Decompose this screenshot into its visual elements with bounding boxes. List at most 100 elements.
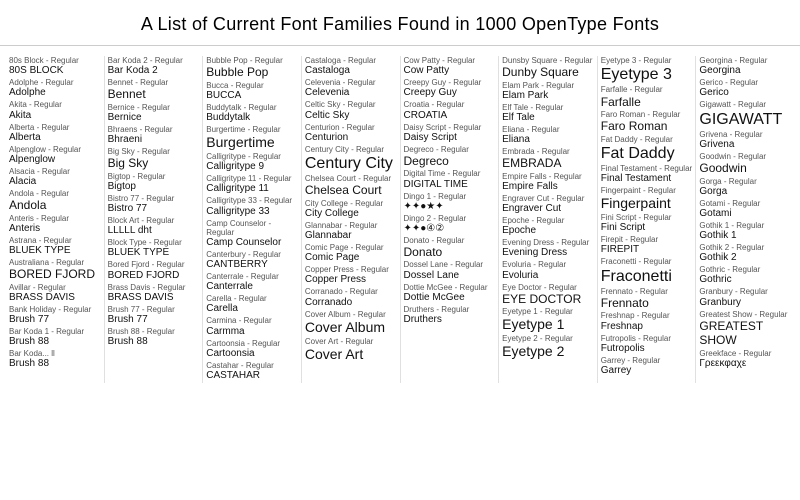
font-display: Bennet	[108, 87, 200, 101]
font-display: Grivena	[699, 139, 791, 151]
font-entry: Greatest Show - RegularGREATEST SHOW	[699, 310, 791, 348]
font-display: Calligritype 9	[206, 161, 298, 173]
font-meta: Carmina - Regular	[206, 316, 298, 325]
font-meta: Akita - Regular	[9, 100, 101, 109]
font-entry: Gothric - RegularGothric	[699, 265, 791, 286]
font-display: Andola	[9, 198, 101, 212]
font-meta: Buddytalk - Regular	[206, 103, 298, 112]
font-meta: Canterbury - Regular	[206, 250, 298, 259]
font-entry: Georgina - RegularGeorgina	[699, 56, 791, 77]
font-meta: Gothric - Regular	[699, 265, 791, 274]
font-meta: Andola - Regular	[9, 189, 101, 198]
font-display: Cartoonsia	[206, 348, 298, 360]
font-display: BORED FJORD	[108, 270, 200, 282]
font-display: Gothik 1	[699, 230, 791, 242]
font-display: Epoche	[502, 225, 594, 237]
font-entry: Embrada - RegularEMBRADA	[502, 147, 594, 171]
font-display: Fini Script	[601, 222, 693, 234]
font-meta: Gotami - Regular	[699, 199, 791, 208]
font-entry: Dingo 2 - Regular✦✦●④②	[404, 214, 496, 235]
font-meta: Anteris - Regular	[9, 214, 101, 223]
font-entry: Copper Press - RegularCopper Press	[305, 265, 397, 286]
font-entry: Burgertime - RegularBurgertime	[206, 125, 298, 151]
font-entry: Block Art - RegularLLLLL dht	[108, 216, 200, 237]
font-meta: Dunsby Square - Regular	[502, 56, 594, 65]
font-meta: Bhraens - Regular	[108, 125, 200, 134]
font-display: Burgertime	[206, 134, 298, 151]
font-display: Akita	[9, 110, 101, 122]
column-3: Bubble Pop - RegularBubble PopBucca - Re…	[203, 56, 302, 383]
font-entry: Elam Park - RegularElam Park	[502, 81, 594, 102]
font-meta: Cover Album - Regular	[305, 310, 397, 319]
font-meta: Copper Press - Regular	[305, 265, 397, 274]
font-display: Chelsea Court	[305, 183, 397, 197]
font-entry: Dottie McGee - RegularDottie McGee	[404, 283, 496, 304]
font-entry: Cover Art - RegularCover Art	[305, 337, 397, 363]
font-meta: Dossel Lane - Regular	[404, 260, 496, 269]
font-entry: Gorga - RegularGorga	[699, 177, 791, 198]
font-meta: Bar Koda 1 - Regular	[9, 327, 101, 336]
font-meta: Eyetype 1 - Regular	[502, 307, 594, 316]
font-entry: Anteris - RegularAnteris	[9, 214, 101, 235]
font-meta: Bored Fjord - Regular	[108, 260, 200, 269]
font-display: EMBRADA	[502, 156, 594, 170]
font-display: Elam Park	[502, 90, 594, 102]
font-entry: Faro Roman - RegularFaro Roman	[601, 110, 693, 134]
font-entry: Brush 77 - RegularBrush 77	[108, 305, 200, 326]
font-entry: Freshnap - RegularFreshnap	[601, 311, 693, 332]
font-entry: Gerico - RegularGerico	[699, 78, 791, 99]
font-display: BRASS DAVIS	[108, 292, 200, 304]
font-meta: Croatia - Regular	[404, 100, 496, 109]
font-display: GREATEST SHOW	[699, 319, 791, 348]
font-meta: Brush 88 - Regular	[108, 327, 200, 336]
font-meta: Greekface - Regular	[699, 349, 791, 358]
font-display: Elf Tale	[502, 112, 594, 124]
font-meta: Carella - Regular	[206, 294, 298, 303]
font-entry: Carmina - RegularCarmma	[206, 316, 298, 337]
column-6: Dunsby Square - RegularDunby SquareElam …	[499, 56, 598, 383]
font-meta: Fingerpaint - Regular	[601, 186, 693, 195]
font-meta: Fini Script - Regular	[601, 213, 693, 222]
font-display: Futropolis	[601, 343, 693, 355]
font-entry: Cow Patty - RegularCow Patty	[404, 56, 496, 77]
font-display: Anteris	[9, 223, 101, 235]
font-entry: Eyetype 1 - RegularEyetype 1	[502, 307, 594, 333]
font-entry: Final Testament - RegularFinal Testament	[601, 164, 693, 185]
font-display: Freshnap	[601, 321, 693, 333]
font-display: Frennato	[601, 296, 693, 310]
font-meta: Elf Tale - Regular	[502, 103, 594, 112]
font-meta: Castaloga - Regular	[305, 56, 397, 65]
font-display: Cover Art	[305, 346, 397, 363]
font-display: Comic Page	[305, 252, 397, 264]
font-display: BUCCA	[206, 90, 298, 102]
font-display: Calligritype 11	[206, 183, 298, 195]
font-display: Camp Counselor	[206, 237, 298, 249]
column-4: Castaloga - RegularCastalogaCelevenia - …	[302, 56, 401, 383]
font-entry: Futropolis - RegularFutropolis	[601, 334, 693, 355]
font-entry: Chelsea Court - RegularChelsea Court	[305, 174, 397, 198]
font-meta: Dingo 1 - Regular	[404, 192, 496, 201]
font-display: 80S BLOCK	[9, 65, 101, 77]
font-meta: Grivena - Regular	[699, 130, 791, 139]
font-entry: Creepy Guy - RegularCreepy Guy	[404, 78, 496, 99]
font-meta: Castahar - Regular	[206, 361, 298, 370]
font-entry: Garrey - RegularGarrey	[601, 356, 693, 377]
font-display: Faro Roman	[601, 119, 693, 133]
font-meta: Bennet - Regular	[108, 78, 200, 87]
font-meta: Gothik 2 - Regular	[699, 243, 791, 252]
font-display: Eyetype 1	[502, 316, 594, 333]
font-meta: Bar Koda... ll	[9, 349, 101, 358]
font-entry: Glannabar - RegularGlannabar	[305, 221, 397, 242]
font-meta: Eyetype 3 - Regular	[601, 56, 693, 65]
font-meta: Dottie McGee - Regular	[404, 283, 496, 292]
font-entry: Gigawatt - RegularGIGAWATT	[699, 100, 791, 128]
font-meta: Bank Holiday - Regular	[9, 305, 101, 314]
font-entry: Granbury - RegularGranbury	[699, 287, 791, 308]
font-display: Adolphe	[9, 87, 101, 99]
font-display: BLUEK TYPE	[108, 247, 200, 259]
font-display: Eliana	[502, 134, 594, 146]
font-meta: 80s Block - Regular	[9, 56, 101, 65]
font-display: Daisy Script	[404, 132, 496, 144]
font-display: City College	[305, 208, 397, 220]
font-meta: Eye Doctor - Regular	[502, 283, 594, 292]
